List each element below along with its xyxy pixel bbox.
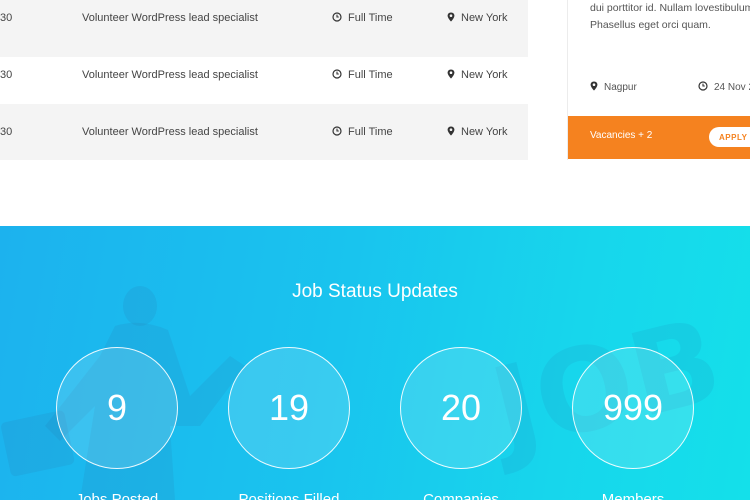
stat-circle-positions: 19 [228,347,350,469]
stat-label: Positions Filled [238,491,340,500]
map-pin-icon [590,81,598,91]
map-pin-icon [447,69,455,79]
job-type-label: Full Time [348,69,393,81]
stat-label: Companies [423,491,499,500]
clock-icon [332,126,342,136]
stat-circle-companies: 20 [400,347,522,469]
job-date: 30 [0,12,13,24]
card-footer: Vacancies + 2 APPLY N [568,116,750,159]
job-location: New York [447,57,507,94]
job-row[interactable]: 30 Volunteer WordPress lead specialist F… [0,0,528,57]
job-row[interactable]: 30 Volunteer WordPress lead specialist F… [0,104,528,160]
job-type-label: Full Time [348,12,393,24]
stat-circle-jobs: 9 [56,347,178,469]
clock-icon [332,69,342,79]
card-description: dui porttitor id. Nullam lovestibulum Ph… [590,0,750,34]
status-title: Job Status Updates [292,281,458,302]
job-location-label: New York [461,69,508,81]
job-location: New York [447,0,507,37]
card-date: 24 Nov 2 [698,81,750,93]
job-card: dui porttitor id. Nullam lovestibulum Ph… [567,0,750,160]
job-title[interactable]: Volunteer WordPress lead specialist [82,104,258,160]
card-location-label: Nagpur [604,82,637,93]
map-pin-icon [447,126,455,136]
job-location-label: New York [461,126,508,138]
job-title[interactable]: Volunteer WordPress lead specialist [82,0,258,37]
stat-label: Members [601,491,665,500]
job-type: Full Time [332,104,393,160]
job-date: 30 [0,69,13,81]
job-location: New York [447,104,507,160]
card-date-label: 24 Nov 2 [714,82,750,93]
card-description-line: Phasellus eget orci quam. [590,19,711,31]
clock-icon [332,12,342,22]
job-location-label: New York [461,12,508,24]
map-pin-icon [447,12,455,22]
card-description-line: dui porttitor id. Nullam lovestibulum [590,2,750,14]
job-status-section: JOB Job Status Updates 9 19 20 999 Jobs … [0,226,750,500]
card-location: Nagpur [590,81,637,93]
job-type: Full Time [332,57,393,94]
vacancies-count: Vacancies + 2 [590,130,653,141]
job-date: 30 [0,126,13,138]
job-table: 30 Volunteer WordPress lead specialist F… [0,0,528,160]
job-type: Full Time [332,0,393,37]
stat-label: Jobs Posted [75,491,159,500]
job-title[interactable]: Volunteer WordPress lead specialist [82,57,258,94]
stat-circle-members: 999 [572,347,694,469]
job-type-label: Full Time [348,126,393,138]
clock-icon [698,81,708,91]
apply-button[interactable]: APPLY N [709,127,750,147]
